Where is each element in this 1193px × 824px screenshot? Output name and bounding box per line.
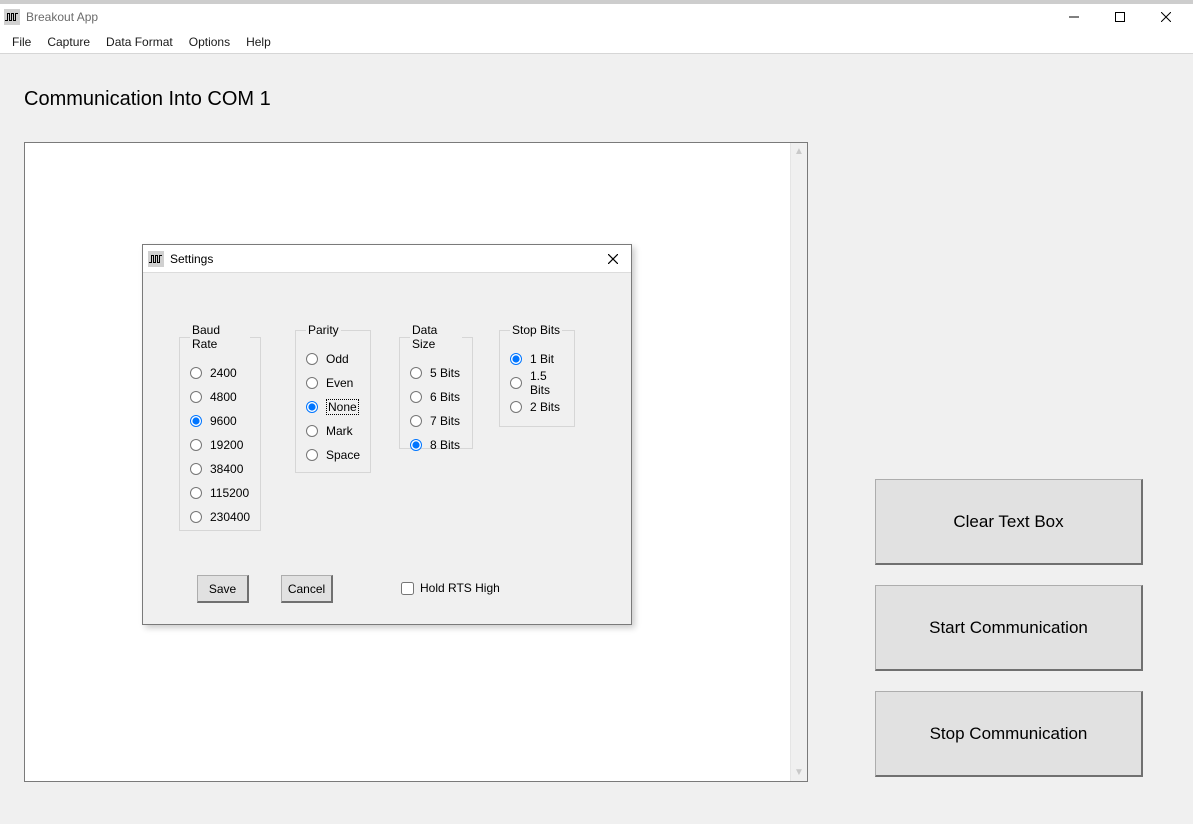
settings-save-label: Save [209, 582, 236, 596]
settings-close-button[interactable] [600, 246, 626, 272]
hold-rts-checkbox[interactable]: Hold RTS High [401, 581, 500, 595]
radio-baud-4800[interactable]: 4800 [190, 385, 250, 409]
radio-baud-19200[interactable]: 19200 [190, 433, 250, 457]
page-title: Communication Into COM 1 [24, 88, 1169, 111]
close-button[interactable] [1143, 4, 1189, 30]
settings-save-button[interactable]: Save [197, 575, 249, 603]
radio-parity-even[interactable]: Even [306, 371, 360, 395]
settings-titlebar: Settings [143, 245, 631, 273]
scroll-down-icon[interactable]: ▼ [791, 764, 807, 781]
menu-data-format[interactable]: Data Format [98, 30, 181, 53]
menu-options[interactable]: Options [181, 30, 238, 53]
window-title: Breakout App [26, 10, 98, 24]
start-communication-button[interactable]: Start Communication [875, 585, 1143, 671]
stop-communication-label: Stop Communication [930, 724, 1088, 744]
clear-textbox-button[interactable]: Clear Text Box [875, 479, 1143, 565]
minimize-button[interactable] [1051, 4, 1097, 30]
settings-cancel-label: Cancel [288, 582, 325, 596]
radio-stop-1-5[interactable]: 1.5 Bits [510, 371, 564, 395]
radio-parity-mark[interactable]: Mark [306, 419, 360, 443]
group-data-size-legend: Data Size [410, 323, 462, 351]
radio-baud-9600[interactable]: 9600 [190, 409, 250, 433]
group-stop-bits: Stop Bits 1 Bit 1.5 Bits 2 Bits [499, 323, 575, 427]
window-titlebar: Breakout App [0, 0, 1193, 30]
radio-stop-2[interactable]: 2 Bits [510, 395, 564, 419]
start-communication-label: Start Communication [929, 618, 1088, 638]
radio-baud-115200[interactable]: 115200 [190, 481, 250, 505]
radio-data-7[interactable]: 7 Bits [410, 409, 462, 433]
radio-parity-space[interactable]: Space [306, 443, 360, 467]
scroll-up-icon[interactable]: ▲ [791, 143, 807, 160]
vertical-scrollbar[interactable]: ▲ ▼ [790, 143, 807, 781]
stop-communication-button[interactable]: Stop Communication [875, 691, 1143, 777]
group-parity-legend: Parity [306, 323, 341, 337]
group-baud-rate-legend: Baud Rate [190, 323, 250, 351]
settings-cancel-button[interactable]: Cancel [281, 575, 333, 603]
menu-help[interactable]: Help [238, 30, 279, 53]
menu-file[interactable]: File [4, 30, 39, 53]
radio-baud-230400[interactable]: 230400 [190, 505, 250, 529]
menu-bar: File Capture Data Format Options Help [0, 30, 1193, 54]
window-controls [1051, 4, 1189, 30]
radio-baud-2400[interactable]: 2400 [190, 361, 250, 385]
radio-stop-1[interactable]: 1 Bit [510, 347, 564, 371]
radio-data-6[interactable]: 6 Bits [410, 385, 462, 409]
settings-title: Settings [170, 252, 213, 266]
radio-data-8[interactable]: 8 Bits [410, 433, 462, 457]
radio-parity-odd[interactable]: Odd [306, 347, 360, 371]
settings-app-icon [148, 251, 164, 267]
radio-baud-38400[interactable]: 38400 [190, 457, 250, 481]
hold-rts-label: Hold RTS High [420, 581, 500, 595]
group-stop-bits-legend: Stop Bits [510, 323, 562, 337]
group-parity: Parity Odd Even None Mark Space [295, 323, 371, 473]
menu-capture[interactable]: Capture [39, 30, 98, 53]
group-baud-rate: Baud Rate 2400 4800 9600 19200 38400 115… [179, 323, 261, 531]
clear-textbox-label: Clear Text Box [953, 512, 1063, 532]
side-buttons: Clear Text Box Start Communication Stop … [875, 479, 1143, 777]
settings-dialog: Settings Baud Rate 2400 4800 9600 19200 … [142, 244, 632, 625]
radio-data-5[interactable]: 5 Bits [410, 361, 462, 385]
radio-parity-none[interactable]: None [306, 395, 360, 419]
maximize-button[interactable] [1097, 4, 1143, 30]
group-data-size: Data Size 5 Bits 6 Bits 7 Bits 8 Bits [399, 323, 473, 449]
app-icon [4, 9, 20, 25]
